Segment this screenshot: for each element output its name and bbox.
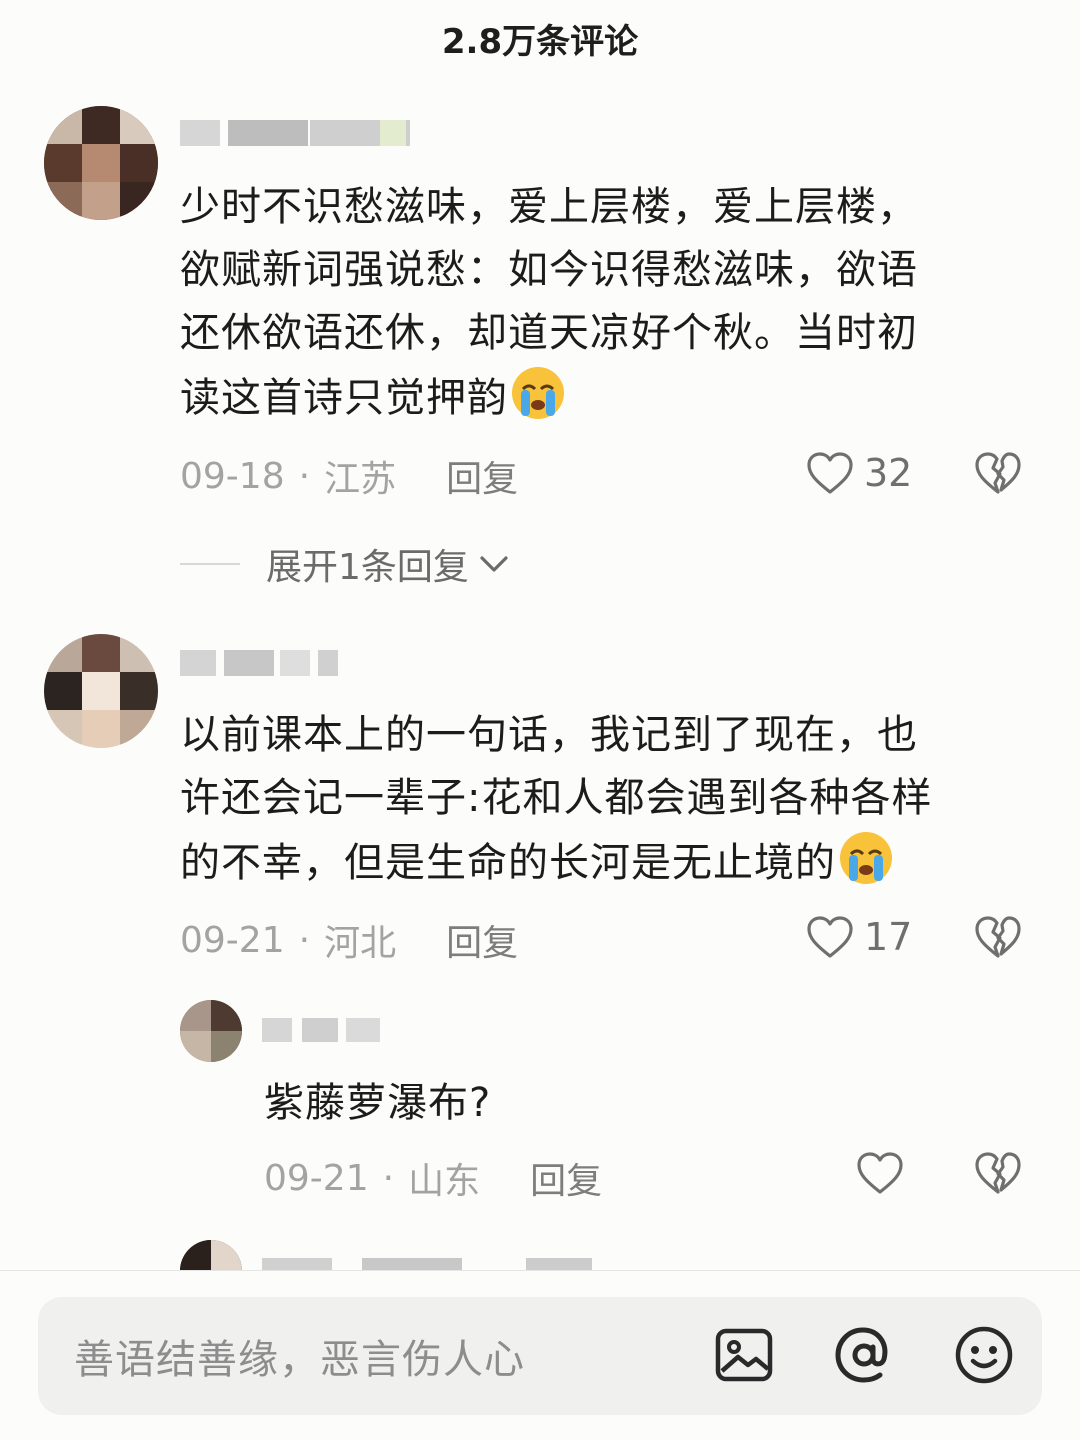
broken-heart-icon [975,916,1021,958]
heart-outline-icon [857,1152,903,1194]
comment-line: 的不幸，但是生命的长河是无止境的 [180,840,836,886]
avatar[interactable] [180,1000,242,1062]
reply-button[interactable]: 回复 [446,914,518,966]
comment-line: 以前课本上的一句话，我记到了现在，也 [180,712,918,758]
like-count: 32 [864,451,913,495]
comment-text: 以前课本上的一句话，我记到了现在，也 许还会记一辈子:花和人都会遇到各种各样 的… [180,704,1030,895]
comment-date: 09-21 [180,919,285,961]
like-button[interactable] [856,1150,914,1196]
image-icon[interactable] [714,1325,774,1385]
expand-replies-label: 展开1条回复 [266,547,469,588]
smiley-face-icon[interactable] [954,1325,1014,1385]
reply-date: 09-21 [264,1157,369,1199]
heart-outline-icon [807,916,853,958]
broken-heart-icon [975,452,1021,494]
comment-line: 读这首诗只觉押韵 [180,375,508,421]
reply-text: 紫藤萝瀑布? [264,1080,492,1126]
loudly-crying-face-icon [512,367,564,419]
meta-separator: · [298,919,311,961]
username-blurred[interactable] [180,650,340,676]
username-blurred[interactable] [262,1018,382,1042]
expand-replies-button[interactable]: 展开1条回复 [180,538,509,590]
comments-header: 2.8万条评论 [0,0,1080,78]
comment-line: 欲赋新词强说愁：如今识得愁滋味，欲语 [180,247,918,293]
reply-button[interactable]: 回复 [530,1152,602,1204]
dislike-button[interactable] [974,1150,1022,1200]
comment-meta: 09-18 · 江苏 回复 [180,450,518,502]
dislike-button[interactable] [974,914,1022,964]
heart-outline-icon [807,452,853,494]
dislike-button[interactable] [974,450,1022,500]
comment-line: 少时不识愁滋味，爱上层楼，爱上层楼， [180,184,918,230]
chevron-down-icon [480,556,508,572]
username-blurred[interactable] [180,120,430,146]
comment-line: 许还会记一辈子:花和人都会遇到各种各样 [180,775,933,821]
comment-meta: 09-21 · 河北 回复 [180,914,518,966]
expand-divider-line [180,563,240,565]
meta-separator: · [298,455,311,497]
comment-date: 09-18 [180,455,285,497]
comment-count-title: 2.8万条评论 [441,22,639,62]
comment-location: 河北 [324,923,397,964]
comment-line: 还休欲语还休，却道天凉好个秋。当时初 [180,310,918,356]
like-button[interactable]: 17 [806,914,912,960]
avatar[interactable] [44,106,158,220]
at-mention-icon[interactable] [834,1325,894,1385]
comment-input-placeholder: 善语结善缘，恶言伤人心 [74,1337,525,1383]
comment-text: 少时不识愁滋味，爱上层楼，爱上层楼， 欲赋新词强说愁：如今识得愁滋味，欲语 还休… [180,176,1020,430]
reply-button[interactable]: 回复 [446,450,518,502]
meta-separator: · [382,1157,395,1199]
loudly-crying-face-icon [840,832,892,884]
comment-location: 江苏 [324,459,397,500]
reply-meta: 09-21 · 山东 回复 [264,1152,602,1204]
like-count: 17 [864,915,913,959]
reply-location: 山东 [408,1161,481,1202]
avatar[interactable] [44,634,158,748]
like-button[interactable]: 32 [806,450,912,496]
broken-heart-icon [975,1152,1021,1194]
username-blurred[interactable] [262,1258,594,1270]
